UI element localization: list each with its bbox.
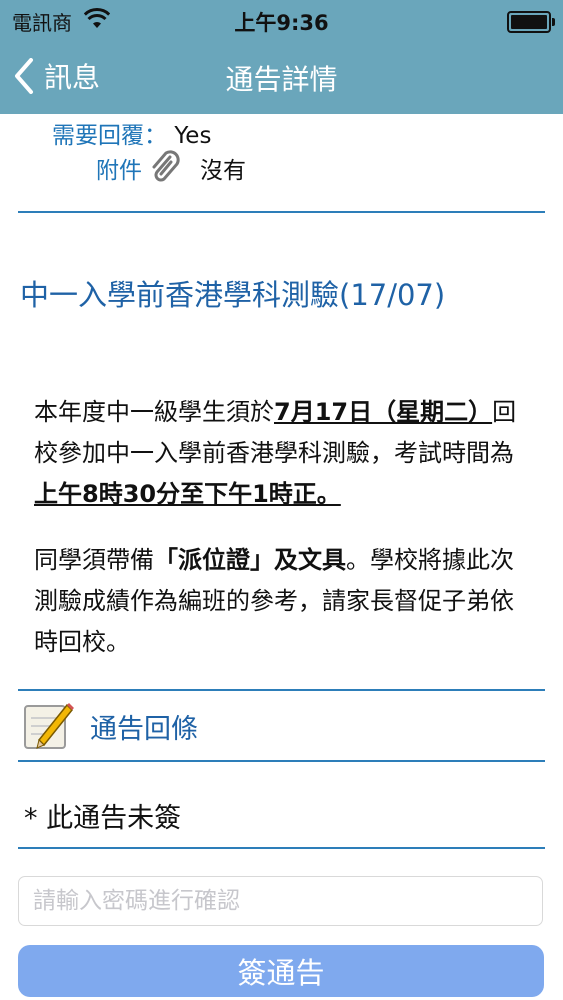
password-input[interactable]: [18, 876, 543, 926]
top-bar: 電訊商 上午9:36 訊息 通告詳情: [0, 0, 563, 114]
reply-slip-label: 通告回條: [90, 713, 198, 745]
divider: [18, 689, 545, 691]
notice-text: 本年度中一級學生須於: [34, 398, 274, 426]
notice-text: 同學須帶備: [34, 546, 154, 574]
reply-needed-row: 需要回覆： Yes: [52, 116, 211, 150]
paperclip-icon: [152, 150, 180, 182]
notice-exam-time: 上午8時30分至下午1時正。: [34, 480, 341, 508]
notice-items: 「派位證」及文具: [154, 546, 346, 574]
notice-paragraph-2: 同學須帶備「派位證」及文具。學校將據此次測驗成績作為編班的參考，請家長督促子弟依…: [34, 540, 534, 663]
divider: [18, 211, 545, 213]
reply-slip-header: 通告回條: [22, 700, 198, 752]
reply-needed-label: 需要回覆：: [52, 123, 167, 149]
notice-paragraph-1: 本年度中一級學生須於7月17日（星期二）回校參加中一入學前香港學科測驗，考試時間…: [34, 392, 534, 515]
notice-title: 中一入學前香港學科測驗(17/07): [20, 278, 446, 312]
divider: [18, 847, 545, 849]
navigation-bar: 訊息 通告詳情: [0, 40, 563, 114]
status-time: 上午9:36: [234, 11, 329, 35]
attachment-label: 附件: [96, 158, 142, 184]
status-bar: 電訊商 上午9:36: [0, 0, 563, 40]
sign-notice-button[interactable]: 簽通告: [18, 945, 544, 997]
reply-needed-value: Yes: [174, 123, 212, 149]
notepad-pencil-icon: [24, 703, 74, 749]
divider: [18, 760, 545, 762]
battery-icon: [507, 11, 555, 33]
notice-date: 7月17日（星期二）: [274, 398, 493, 426]
page-title: 通告詳情: [225, 63, 338, 96]
attachment-value: 沒有: [200, 158, 246, 184]
unsigned-status: * 此通告未簽: [24, 803, 182, 834]
attachment-row: 附件 沒有: [96, 150, 246, 186]
